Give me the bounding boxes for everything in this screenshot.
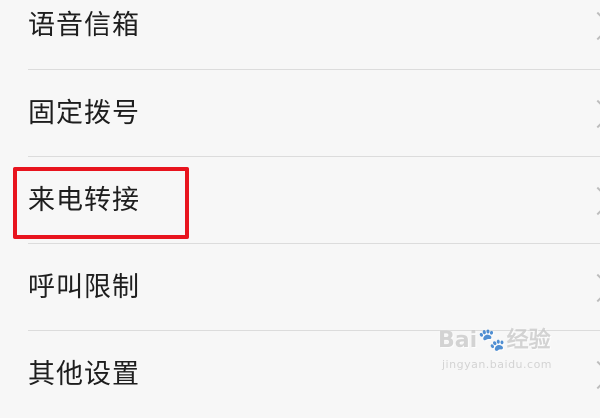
- settings-item-label: 其他设置: [28, 359, 140, 390]
- baidu-jingyan-watermark: Bai🐾经验 jingyan.baidu.com: [438, 322, 568, 378]
- watermark-brand: Bai🐾经验: [438, 322, 551, 354]
- settings-item-label: 语音信箱: [28, 10, 140, 41]
- settings-item-label: 呼叫限制: [28, 272, 140, 303]
- chevron-right-icon: [583, 99, 600, 129]
- watermark-brand-right: 经验: [506, 328, 551, 353]
- highlight-annotation-box: [13, 167, 189, 239]
- watermark-brand-left: Bai: [438, 328, 478, 353]
- settings-item-call-barring[interactable]: 呼叫限制: [0, 244, 600, 331]
- settings-item-fixed-dialing[interactable]: 固定拨号: [0, 70, 600, 157]
- paw-icon: 🐾: [478, 328, 506, 353]
- settings-item-label: 固定拨号: [28, 98, 140, 129]
- chevron-right-icon: [583, 186, 600, 216]
- chevron-right-icon: [583, 11, 600, 41]
- settings-item-voicemail[interactable]: 语音信箱: [0, 0, 600, 69]
- chevron-right-icon: [583, 360, 600, 390]
- chevron-right-icon: [583, 273, 600, 303]
- watermark-site: jingyan.baidu.com: [442, 358, 553, 371]
- call-settings-list: 语音信箱 固定拨号 来电转接 呼叫限制 其他设置 Bai🐾经验 jingyan.…: [0, 0, 600, 400]
